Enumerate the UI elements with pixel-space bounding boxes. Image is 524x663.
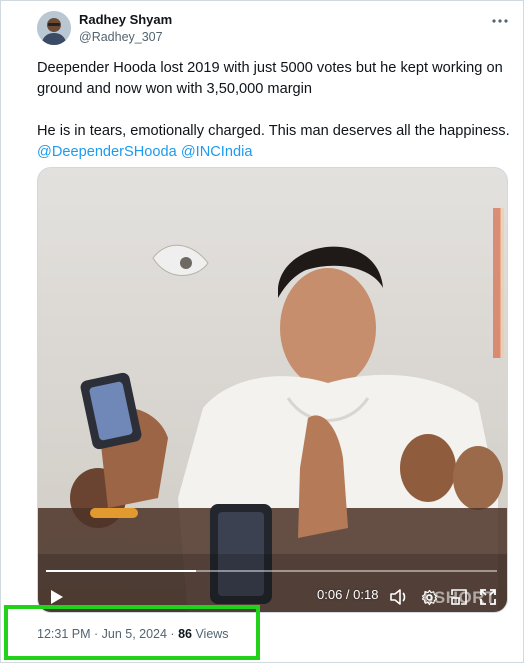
video-progress-fill [46, 570, 197, 572]
picture-in-picture-icon [451, 589, 467, 605]
annotation-highlight-box [4, 605, 260, 660]
tweet-card: Radhey Shyam @Radhey_307 Deepender Hooda… [0, 0, 524, 663]
play-icon [51, 590, 63, 604]
tweet-text-paragraph-1: Deepender Hooda lost 2019 with just 5000… [37, 60, 503, 97]
volume-button[interactable] [388, 586, 410, 608]
mention-link-inc[interactable]: @INCIndia [181, 144, 253, 160]
video-progress-bar[interactable] [46, 570, 497, 572]
video-time-display: 0:06 / 0:18 [317, 587, 379, 602]
mention-link-deepender[interactable]: @DeependerSHooda [37, 144, 177, 160]
picture-in-picture-button[interactable] [448, 586, 470, 608]
avatar[interactable] [37, 11, 71, 45]
gear-icon [421, 589, 437, 605]
tweet-text-line: He is in tears, emotionally charged. Thi… [37, 123, 510, 139]
settings-button[interactable] [418, 586, 440, 608]
video-player[interactable]: bSHORT 0:06 / 0:18 [37, 167, 508, 613]
author-display-name[interactable]: Radhey Shyam [79, 12, 172, 27]
more-options-button[interactable] [489, 10, 511, 32]
avatar-image [37, 11, 71, 45]
fullscreen-button[interactable] [477, 586, 499, 608]
fullscreen-icon [480, 589, 496, 605]
tweet-text-paragraph-2: He is in tears, emotionally charged. Thi… [37, 121, 515, 163]
video-frame [38, 168, 507, 612]
volume-icon [390, 589, 406, 605]
tweet-text: Deepender Hooda lost 2019 with just 5000… [37, 58, 515, 163]
author-handle[interactable]: @Radhey_307 [79, 30, 163, 44]
more-horizontal-icon [492, 19, 508, 23]
